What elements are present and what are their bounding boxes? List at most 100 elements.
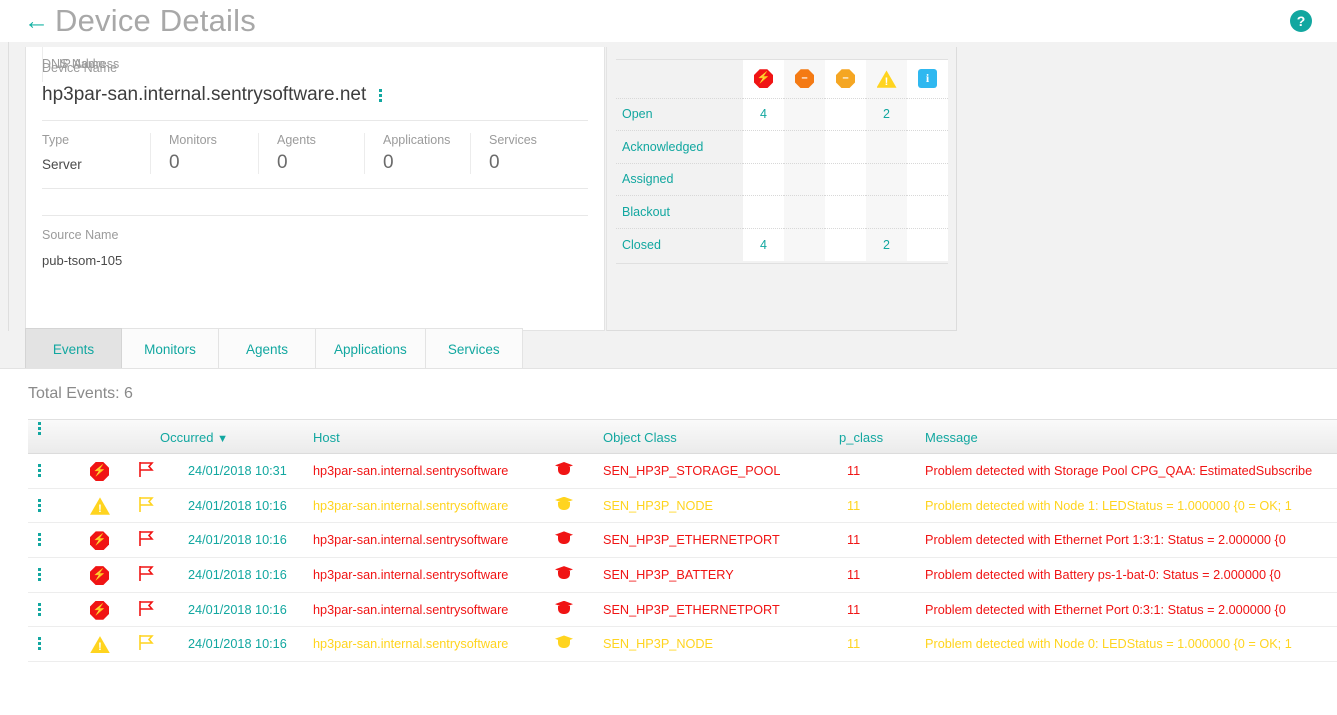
matrix-row-label-assigned[interactable]: Assigned bbox=[616, 163, 743, 196]
event-host[interactable]: hp3par-san.internal.sentrysoftware bbox=[313, 454, 508, 489]
tab-applications[interactable]: Applications bbox=[316, 328, 426, 369]
top-header-bar: ← Device Details ? bbox=[0, 0, 1337, 42]
event-p-class[interactable]: 11 bbox=[847, 454, 860, 489]
table-row[interactable]: ⚡ 24/01/2018 10:16 hp3par-san.internal.s… bbox=[28, 558, 1337, 593]
matrix-cell[interactable] bbox=[825, 228, 866, 261]
event-message[interactable]: Problem detected with Storage Pool CPG_Q… bbox=[925, 454, 1337, 489]
matrix-cell[interactable] bbox=[825, 131, 866, 164]
matrix-cell[interactable] bbox=[907, 228, 948, 261]
matrix-cell[interactable] bbox=[907, 98, 948, 131]
event-message[interactable]: Problem detected with Battery ps-1-bat-0… bbox=[925, 558, 1337, 593]
matrix-col-minor: – bbox=[825, 60, 866, 98]
matrix-cell[interactable] bbox=[825, 163, 866, 196]
tab-services[interactable]: Services bbox=[426, 328, 523, 369]
matrix-cell[interactable] bbox=[866, 196, 907, 229]
row-kebab-menu-icon[interactable] bbox=[38, 635, 41, 652]
severity-critical-icon: ⚡ bbox=[90, 462, 109, 481]
matrix-cell[interactable] bbox=[743, 196, 784, 229]
flag-icon[interactable] bbox=[138, 530, 155, 547]
stat-type: Type Server bbox=[42, 133, 150, 174]
severity-warning-icon: ! bbox=[90, 635, 110, 653]
event-occurred[interactable]: 24/01/2018 10:16 bbox=[188, 627, 287, 662]
table-row[interactable]: ⚡ 24/01/2018 10:16 hp3par-san.internal.s… bbox=[28, 523, 1337, 558]
graduation-cap-icon bbox=[555, 566, 573, 580]
matrix-cell[interactable] bbox=[866, 131, 907, 164]
event-object-class[interactable]: SEN_HP3P_STORAGE_POOL bbox=[603, 454, 780, 489]
row-kebab-menu-icon[interactable] bbox=[38, 531, 41, 548]
event-p-class[interactable]: 11 bbox=[847, 489, 860, 524]
matrix-cell[interactable] bbox=[907, 163, 948, 196]
matrix-cell[interactable]: 4 bbox=[743, 228, 784, 261]
matrix-cell[interactable] bbox=[743, 163, 784, 196]
event-host[interactable]: hp3par-san.internal.sentrysoftware bbox=[313, 558, 508, 593]
grid-kebab-menu-icon[interactable] bbox=[38, 420, 41, 455]
events-panel: Total Events: 6 Occurred ▼ Host Object C… bbox=[0, 369, 1337, 715]
event-object-class[interactable]: SEN_HP3P_ETHERNETPORT bbox=[603, 523, 780, 558]
event-occurred[interactable]: 24/01/2018 10:16 bbox=[188, 558, 287, 593]
event-message[interactable]: Problem detected with Ethernet Port 1:3:… bbox=[925, 523, 1337, 558]
matrix-cell[interactable]: 2 bbox=[866, 228, 907, 261]
event-object-class[interactable]: SEN_HP3P_NODE bbox=[603, 489, 713, 524]
back-arrow-icon[interactable]: ← bbox=[24, 8, 50, 34]
event-p-class[interactable]: 11 bbox=[847, 627, 860, 662]
flag-icon[interactable] bbox=[138, 565, 155, 582]
matrix-cell[interactable]: 4 bbox=[743, 98, 784, 131]
matrix-cell[interactable] bbox=[907, 196, 948, 229]
matrix-row-label-open[interactable]: Open bbox=[616, 98, 743, 131]
event-occurred[interactable]: 24/01/2018 10:16 bbox=[188, 489, 287, 524]
device-kebab-menu-icon[interactable] bbox=[373, 87, 387, 104]
matrix-cell[interactable]: 2 bbox=[866, 98, 907, 131]
matrix-cell[interactable] bbox=[825, 98, 866, 131]
tab-agents[interactable]: Agents bbox=[219, 328, 316, 369]
event-p-class[interactable]: 11 bbox=[847, 523, 860, 558]
flag-icon[interactable] bbox=[138, 461, 155, 478]
matrix-header-row: ⚡ – – ! bbox=[616, 60, 948, 98]
matrix-cell[interactable] bbox=[784, 131, 825, 164]
event-object-class[interactable]: SEN_HP3P_BATTERY bbox=[603, 558, 734, 593]
event-object-class[interactable]: SEN_HP3P_NODE bbox=[603, 627, 713, 662]
table-row[interactable]: ! 24/01/2018 10:16 hp3par-san.internal.s… bbox=[28, 627, 1337, 662]
tab-events[interactable]: Events bbox=[25, 328, 122, 369]
event-p-class[interactable]: 11 bbox=[847, 558, 860, 593]
matrix-row-label-blackout[interactable]: Blackout bbox=[616, 196, 743, 229]
event-occurred[interactable]: 24/01/2018 10:16 bbox=[188, 523, 287, 558]
matrix-cell[interactable] bbox=[784, 228, 825, 261]
row-kebab-menu-icon[interactable] bbox=[38, 601, 41, 618]
event-occurred[interactable]: 24/01/2018 10:31 bbox=[188, 454, 287, 489]
tab-monitors[interactable]: Monitors bbox=[122, 328, 219, 369]
column-header-p-class[interactable]: p_class bbox=[839, 420, 883, 455]
matrix-cell[interactable] bbox=[784, 196, 825, 229]
matrix-row-label-acknowledged[interactable]: Acknowledged bbox=[616, 131, 743, 164]
event-host[interactable]: hp3par-san.internal.sentrysoftware bbox=[313, 523, 508, 558]
matrix-cell[interactable] bbox=[866, 163, 907, 196]
matrix-cell[interactable] bbox=[907, 131, 948, 164]
table-row[interactable]: ⚡ 24/01/2018 10:31 hp3par-san.internal.s… bbox=[28, 454, 1337, 489]
column-header-message[interactable]: Message bbox=[925, 420, 978, 455]
matrix-row-label-closed[interactable]: Closed bbox=[616, 228, 743, 261]
flag-icon[interactable] bbox=[138, 600, 155, 617]
event-message[interactable]: Problem detected with Node 1: LEDStatus … bbox=[925, 489, 1337, 524]
table-row[interactable]: ! 24/01/2018 10:16 hp3par-san.internal.s… bbox=[28, 489, 1337, 524]
matrix-cell[interactable] bbox=[825, 196, 866, 229]
flag-icon[interactable] bbox=[138, 634, 155, 651]
event-host[interactable]: hp3par-san.internal.sentrysoftware bbox=[313, 593, 508, 628]
column-header-occurred[interactable]: Occurred ▼ bbox=[160, 420, 228, 455]
matrix-cell[interactable] bbox=[784, 163, 825, 196]
event-message[interactable]: Problem detected with Node 0: LEDStatus … bbox=[925, 627, 1337, 662]
column-header-object-class[interactable]: Object Class bbox=[603, 420, 677, 455]
matrix-cell[interactable] bbox=[784, 98, 825, 131]
column-header-host[interactable]: Host bbox=[313, 420, 340, 455]
matrix-cell[interactable] bbox=[743, 131, 784, 164]
event-p-class[interactable]: 11 bbox=[847, 593, 860, 628]
table-row[interactable]: ⚡ 24/01/2018 10:16 hp3par-san.internal.s… bbox=[28, 593, 1337, 628]
event-object-class[interactable]: SEN_HP3P_ETHERNETPORT bbox=[603, 593, 780, 628]
help-icon[interactable]: ? bbox=[1290, 10, 1312, 32]
row-kebab-menu-icon[interactable] bbox=[38, 566, 41, 583]
flag-icon[interactable] bbox=[138, 496, 155, 513]
event-message[interactable]: Problem detected with Ethernet Port 0:3:… bbox=[925, 593, 1337, 628]
event-occurred[interactable]: 24/01/2018 10:16 bbox=[188, 593, 287, 628]
row-kebab-menu-icon[interactable] bbox=[38, 497, 41, 514]
row-kebab-menu-icon[interactable] bbox=[38, 462, 41, 479]
event-host[interactable]: hp3par-san.internal.sentrysoftware bbox=[313, 489, 508, 524]
event-host[interactable]: hp3par-san.internal.sentrysoftware bbox=[313, 627, 508, 662]
